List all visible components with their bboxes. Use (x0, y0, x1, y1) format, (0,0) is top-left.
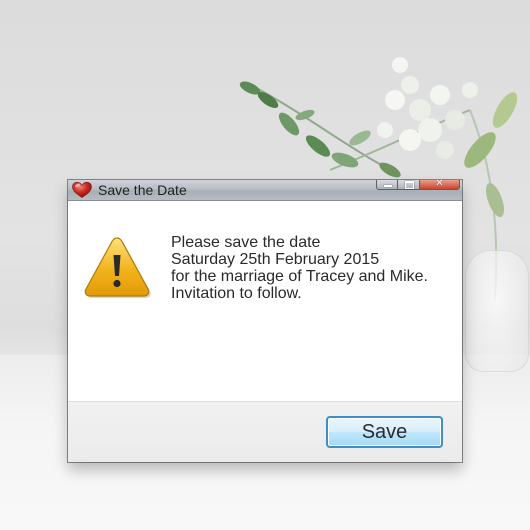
window-title: Save the Date (98, 182, 187, 198)
message-line: for the marriage of Tracey and Mike. (171, 268, 428, 285)
minimize-button[interactable] (376, 180, 398, 190)
window-controls: ✕ (376, 178, 460, 191)
dialog-footer: Save (68, 401, 462, 462)
message-line: Please save the date (171, 234, 321, 251)
save-the-date-dialog: Save the Date ✕ Please save the date Sat… (68, 178, 462, 462)
title-bar[interactable]: Save the Date ✕ (68, 178, 462, 201)
message-line: Saturday 25th February 2015 (171, 251, 380, 268)
glass-vase (465, 250, 529, 372)
close-button[interactable]: ✕ (420, 178, 460, 190)
minimize-icon (384, 185, 392, 187)
save-button[interactable]: Save (326, 416, 443, 448)
heart-icon (72, 181, 92, 198)
message-line: Invitation to follow. (171, 285, 302, 302)
dialog-body: Please save the date Saturday 25th Febru… (68, 201, 462, 401)
warning-icon (84, 237, 151, 298)
close-icon: ✕ (435, 178, 444, 189)
maximize-icon (405, 181, 414, 189)
dialog-message: Please save the date Saturday 25th Febru… (171, 234, 428, 302)
maximize-button[interactable] (398, 180, 420, 190)
